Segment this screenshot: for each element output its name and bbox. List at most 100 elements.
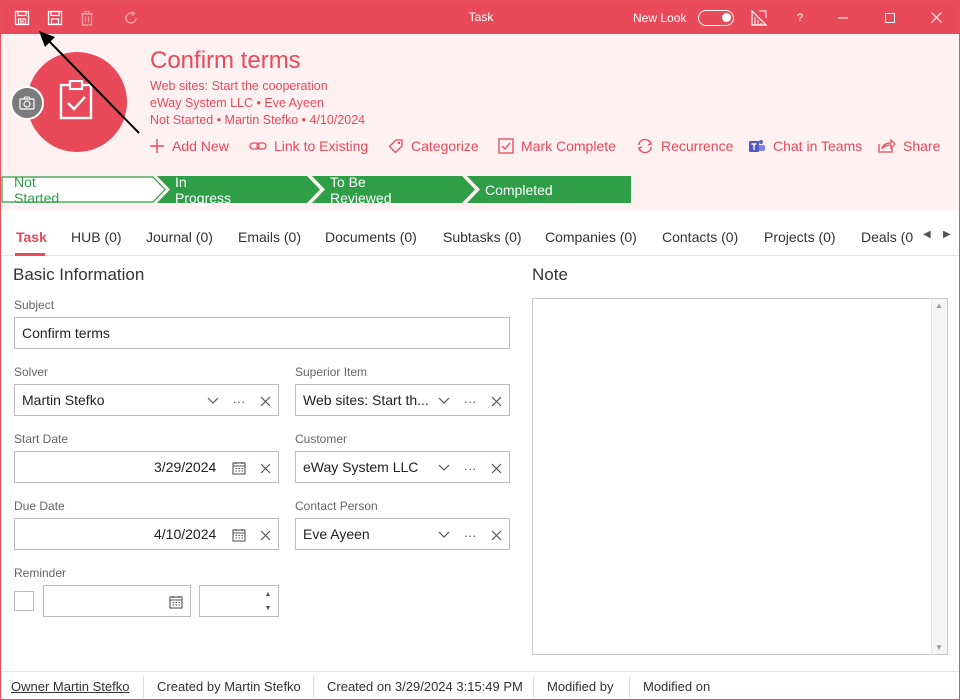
due-date-field[interactable]: 4/10/2024	[14, 518, 279, 550]
stage-in-progress[interactable]: In Progress	[175, 174, 231, 206]
title-bar: Task New Look ?	[1, 1, 959, 34]
stepper-down-icon[interactable]: ▼	[260, 603, 276, 613]
tab-emails[interactable]: Emails (0)	[238, 229, 301, 245]
start-date-value: 3/29/2024	[154, 459, 217, 475]
owner-link[interactable]: Owner Martin Stefko	[11, 679, 130, 694]
due-date-value: 4/10/2024	[154, 526, 217, 542]
superior-item-label: Superior Item	[295, 365, 368, 379]
tab-deals[interactable]: Deals (0)	[861, 229, 913, 245]
save-and-close-icon[interactable]	[13, 9, 31, 27]
delete-icon[interactable]	[78, 9, 96, 27]
superior-item-field[interactable]: Web sites: Start th... ···	[295, 384, 510, 416]
subject-input[interactable]: Confirm terms	[14, 317, 510, 349]
maximize-button[interactable]	[867, 1, 913, 34]
tab-contacts[interactable]: Contacts (0)	[662, 229, 738, 245]
reminder-time-stepper[interactable]: ▲ ▼	[199, 585, 279, 617]
stage-to-be-reviewed[interactable]: To Be Reviewed	[330, 174, 391, 206]
link-to-existing-label: Link to Existing	[274, 138, 369, 154]
basic-info-title: Basic Information	[13, 265, 145, 284]
status-footer: Owner Martin Stefko Created by Martin St…	[1, 671, 959, 699]
checkbox-icon	[498, 138, 514, 154]
ruler-icon[interactable]	[750, 9, 768, 27]
minimize-button[interactable]	[820, 1, 866, 34]
stage-not-started[interactable]: Not Started	[14, 174, 59, 206]
tab-documents[interactable]: Documents (0)	[325, 229, 417, 245]
chevron-down-icon[interactable]	[436, 393, 452, 409]
clear-icon[interactable]	[257, 527, 273, 543]
superior-item-link[interactable]: Web sites: Start the cooperation	[150, 79, 328, 93]
status-solver-date-line: Not Started • Martin Stefko • 4/10/2024	[150, 113, 366, 127]
created-on: Created on 3/29/2024 3:15:49 PM	[327, 679, 523, 694]
chat-in-teams-button[interactable]: Chat in Teams	[748, 138, 862, 154]
more-options-icon[interactable]: ···	[462, 393, 478, 409]
tag-icon	[388, 139, 403, 154]
tab-scroll-right-icon[interactable]: ▶	[943, 229, 951, 240]
superior-item-value: Web sites: Start th...	[303, 392, 429, 408]
share-icon	[878, 138, 896, 153]
tab-hub[interactable]: HUB (0)	[71, 229, 122, 245]
chat-in-teams-label: Chat in Teams	[773, 138, 863, 154]
tab-task[interactable]: Task	[16, 229, 47, 245]
reminder-date-field[interactable]	[43, 585, 191, 617]
active-tab-indicator	[15, 253, 45, 256]
more-options-icon[interactable]: ···	[231, 393, 247, 409]
stage-completed[interactable]: Completed	[485, 176, 553, 203]
clear-icon[interactable]	[488, 393, 504, 409]
more-options-icon[interactable]: ···	[462, 460, 478, 476]
created-by: Created by Martin Stefko	[157, 679, 301, 694]
tab-scroll-left-icon[interactable]: ◀	[923, 229, 931, 240]
tab-subtasks[interactable]: Subtasks (0)	[443, 229, 522, 245]
clear-icon[interactable]	[257, 393, 273, 409]
customer-field[interactable]: eWay System LLC ···	[295, 451, 510, 483]
note-textarea[interactable]: ▲ ▼	[532, 298, 948, 655]
close-button[interactable]	[913, 1, 959, 34]
recurrence-button[interactable]: Recurrence	[636, 138, 733, 154]
add-new-button[interactable]: Add New	[149, 138, 229, 154]
clear-icon[interactable]	[488, 527, 504, 543]
refresh-icon[interactable]	[122, 9, 140, 27]
customer-contact-line[interactable]: eWay System LLC • Eve Ayeen	[150, 96, 324, 110]
calendar-icon[interactable]	[231, 460, 247, 476]
solver-field[interactable]: Martin Stefko ···	[14, 384, 279, 416]
start-date-field[interactable]: 3/29/2024	[14, 451, 279, 483]
task-window: Task New Look ? Confirm terms Web sites:…	[0, 0, 960, 700]
stepper-up-icon[interactable]: ▲	[260, 589, 276, 599]
clear-icon[interactable]	[257, 460, 273, 476]
mark-complete-button[interactable]: Mark Complete	[498, 138, 616, 154]
save-icon[interactable]	[46, 9, 64, 27]
scroll-down-icon[interactable]: ▼	[935, 643, 943, 652]
footer-divider	[629, 676, 630, 698]
new-look-toggle[interactable]	[698, 10, 734, 26]
tab-bar: Task HUB (0) Journal (0) Emails (0) Docu…	[1, 210, 959, 256]
new-look-label: New Look	[633, 11, 687, 25]
contact-person-field[interactable]: Eve Ayeen ···	[295, 518, 510, 550]
categorize-button[interactable]: Categorize	[388, 138, 479, 154]
contact-person-label: Contact Person	[295, 499, 378, 513]
footer-divider	[533, 676, 534, 698]
footer-divider	[313, 676, 314, 698]
more-options-icon[interactable]: ···	[462, 527, 478, 543]
reminder-checkbox[interactable]	[14, 591, 34, 611]
chevron-down-icon[interactable]	[436, 527, 452, 543]
tab-companies[interactable]: Companies (0)	[545, 229, 637, 245]
recurrence-icon	[638, 138, 652, 154]
note-scrollbar[interactable]: ▲ ▼	[931, 299, 947, 654]
tab-journal[interactable]: Journal (0)	[146, 229, 213, 245]
chevron-down-icon[interactable]	[205, 393, 221, 409]
scroll-up-icon[interactable]: ▲	[935, 301, 943, 310]
solver-value: Martin Stefko	[22, 392, 105, 408]
link-to-existing-button[interactable]: Link to Existing	[249, 138, 368, 154]
clear-icon[interactable]	[488, 460, 504, 476]
calendar-icon[interactable]	[168, 594, 184, 610]
record-header: Confirm terms Web sites: Start the coope…	[1, 34, 959, 210]
start-date-label: Start Date	[14, 432, 69, 446]
chevron-down-icon[interactable]	[436, 460, 452, 476]
help-icon[interactable]: ?	[791, 9, 809, 27]
camera-icon[interactable]	[10, 86, 44, 120]
calendar-icon[interactable]	[231, 527, 247, 543]
share-button[interactable]: Share	[878, 138, 940, 154]
tab-projects[interactable]: Projects (0)	[764, 229, 836, 245]
modified-by: Modified by	[547, 679, 614, 694]
contact-person-value: Eve Ayeen	[303, 526, 370, 542]
link-icon	[249, 142, 267, 150]
